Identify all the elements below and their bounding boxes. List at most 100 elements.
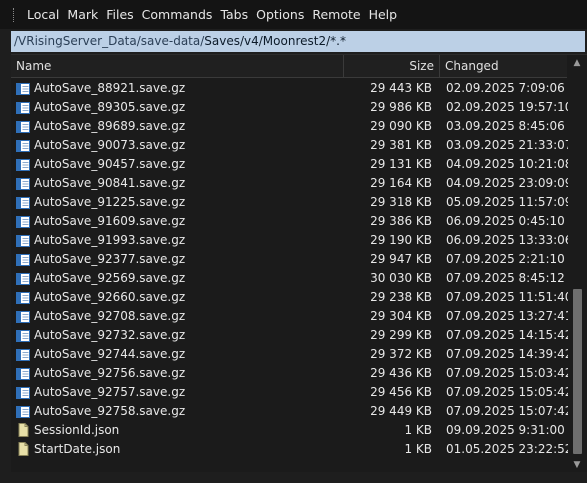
status-bar [0,472,587,483]
file-size: 29 456 KB [370,385,432,399]
file-name: AutoSave_90073.save.gz [34,138,186,152]
file-changed-date: 07.09.2025 15:05:42 [446,385,573,399]
file-name: SessionId.json [34,423,120,437]
file-name: AutoSave_91609.save.gz [34,214,186,228]
file-size: 29 304 KB [370,309,432,323]
file-changed-date: 07.09.2025 15:07:42 [446,404,573,418]
archive-file-icon [16,348,30,361]
file-name: AutoSave_92758.save.gz [34,404,186,418]
column-header-size[interactable]: Size [345,55,434,77]
file-row[interactable]: AutoSave_92757.save.gz 29 456 KB 07.09.202… [11,383,572,402]
column-divider[interactable] [439,55,440,77]
archive-file-icon [16,272,30,285]
column-header-name[interactable]: Name [16,55,51,77]
file-row[interactable]: AutoSave_92569.save.gz 30 030 KB 07.09.202… [11,269,567,288]
file-row[interactable]: AutoSave_92756.save.gz 29 436 KB 07.09.202… [11,364,572,383]
menu-files[interactable]: Files [102,0,137,29]
scrollbar-thumb[interactable] [573,289,582,454]
file-row[interactable]: AutoSave_90841.save.gz 29 164 KB 04.09.202… [11,174,572,193]
file-size: 29 436 KB [370,366,432,380]
file-size: 1 KB [404,423,432,437]
file-changed-date: 03.09.2025 21:33:07 [446,138,573,152]
file-size: 29 986 KB [370,100,432,114]
file-row[interactable]: AutoSave_91225.save.gz 29 318 KB 05.09.202… [11,193,572,212]
column-header-changed[interactable]: Changed [445,55,499,77]
file-name: AutoSave_92757.save.gz [34,385,186,399]
file-row[interactable]: AutoSave_92758.save.gz 29 449 KB 07.09.202… [11,402,572,421]
file-size: 29 131 KB [370,157,432,171]
path-prefix: /VRisingServer_Data/save-data/ [14,34,205,48]
column-headers: Name Size Changed [11,55,567,78]
file-row[interactable]: AutoSave_92377.save.gz 29 947 KB 07.09.202… [11,250,567,269]
file-changed-date: 05.09.2025 11:57:09 [446,195,573,209]
menu-help[interactable]: Help [365,0,402,29]
file-name: AutoSave_92377.save.gz [34,252,186,266]
menu-local[interactable]: Local [23,0,63,29]
menu-tabs[interactable]: Tabs [216,0,252,29]
file-size: 29 449 KB [370,404,432,418]
file-name: AutoSave_92756.save.gz [34,366,186,380]
menu-commands[interactable]: Commands [138,0,217,29]
menu-bar: Local Mark Files Commands Tabs Options R… [0,0,587,29]
scroll-down-arrow-icon[interactable]: ▼ [568,457,586,473]
archive-file-icon [16,177,30,190]
file-row[interactable]: AutoSave_92708.save.gz 29 304 KB 07.09.202… [11,307,572,326]
file-changed-date: 07.09.2025 11:51:40 [446,290,573,304]
file-changed-date: 07.09.2025 8:45:12 [446,271,565,285]
archive-file-icon [16,158,30,171]
file-row[interactable]: AutoSave_91609.save.gz 29 386 KB 06.09.202… [11,212,567,231]
file-size: 29 164 KB [370,176,432,190]
json-file-icon [16,423,30,437]
archive-file-icon [16,310,30,323]
column-divider[interactable] [343,55,344,77]
file-size: 1 KB [404,442,432,456]
file-changed-date: 07.09.2025 2:21:10 [446,252,565,266]
file-changed-date: 07.09.2025 13:27:41 [446,309,573,323]
json-file-icon [16,442,30,456]
file-name: StartDate.json [34,442,121,456]
menu-mark[interactable]: Mark [63,0,102,29]
vertical-scrollbar[interactable]: ▲ ▼ [568,55,586,473]
file-row[interactable]: SessionId.json 1 KB 09.09.2025 9:31:00 [11,421,567,440]
file-row[interactable]: AutoSave_89305.save.gz 29 986 KB 02.09.202… [11,98,572,117]
file-list-panel: Name Size Changed AutoSave_88921.save.gz… [11,54,587,473]
file-changed-date: 06.09.2025 0:45:10 [446,214,565,228]
archive-file-icon [16,405,30,418]
file-name: AutoSave_88921.save.gz [34,81,186,95]
file-name: AutoSave_89689.save.gz [34,119,186,133]
archive-file-icon [16,196,30,209]
file-name: AutoSave_90457.save.gz [34,157,186,171]
file-changed-date: 07.09.2025 14:15:42 [446,328,573,342]
archive-file-icon [16,82,30,95]
scroll-up-arrow-icon[interactable]: ▲ [568,55,586,71]
file-size: 29 238 KB [370,290,432,304]
archive-file-icon [16,234,30,247]
file-size: 29 299 KB [370,328,432,342]
file-row[interactable]: AutoSave_89689.save.gz 29 090 KB 03.09.202… [11,117,567,136]
file-row[interactable]: AutoSave_92744.save.gz 29 372 KB 07.09.202… [11,345,572,364]
file-row[interactable]: StartDate.json 1 KB 01.05.2025 23:22:52 [11,440,572,459]
menu-options[interactable]: Options [252,0,308,29]
file-changed-date: 02.09.2025 7:09:06 [446,81,565,95]
file-name: AutoSave_92744.save.gz [34,347,186,361]
file-row[interactable]: AutoSave_90457.save.gz 29 131 KB 04.09.202… [11,155,572,174]
file-row[interactable]: AutoSave_92660.save.gz 29 238 KB 07.09.202… [11,288,572,307]
file-row[interactable]: AutoSave_92732.save.gz 29 299 KB 07.09.202… [11,326,572,345]
file-name: AutoSave_89305.save.gz [34,100,186,114]
file-row[interactable]: AutoSave_91993.save.gz 29 190 KB 06.09.202… [11,231,572,250]
archive-file-icon [16,215,30,228]
file-changed-date: 07.09.2025 14:39:42 [446,347,573,361]
file-row[interactable]: AutoSave_88921.save.gz 29 443 KB 02.09.202… [11,79,567,98]
file-changed-date: 02.09.2025 19:57:10 [446,100,573,114]
file-changed-date: 04.09.2025 10:21:08 [446,157,573,171]
menu-remote[interactable]: Remote [308,0,364,29]
current-path-bar[interactable]: /VRisingServer_Data/save-data/Saves/v4/M… [11,31,585,52]
file-size: 29 372 KB [370,347,432,361]
file-row[interactable]: AutoSave_90073.save.gz 29 381 KB 03.09.202… [11,136,572,155]
file-name: AutoSave_92660.save.gz [34,290,186,304]
file-size: 29 318 KB [370,195,432,209]
file-rows: AutoSave_88921.save.gz 29 443 KB 02.09.202… [11,79,572,459]
file-size: 29 381 KB [370,138,432,152]
file-name: AutoSave_92708.save.gz [34,309,186,323]
file-name: AutoSave_91225.save.gz [34,195,186,209]
